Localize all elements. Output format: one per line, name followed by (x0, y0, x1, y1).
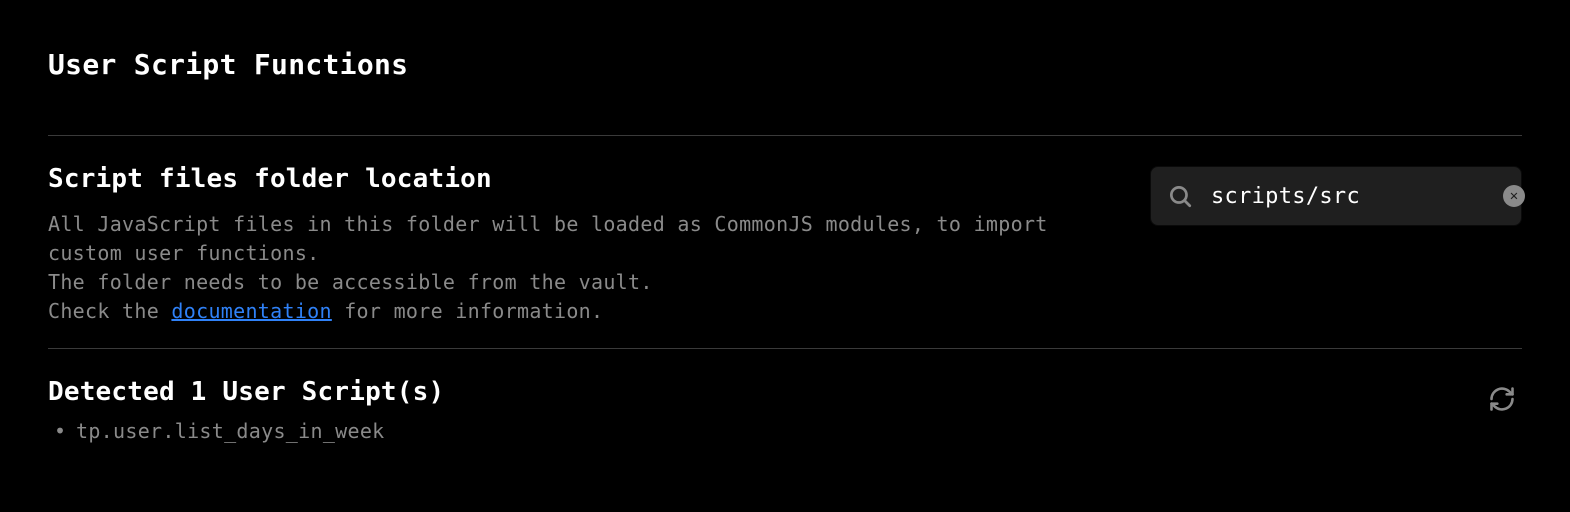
setting-description: All JavaScript files in this folder will… (48, 210, 1110, 326)
setting-info: Script files folder location All JavaScr… (48, 164, 1150, 326)
detected-info: Detected 1 User Script(s) tp.user.list_d… (48, 377, 1488, 443)
folder-path-input[interactable] (1211, 184, 1491, 209)
setting-heading: Script files folder location (48, 164, 1110, 194)
setting-row-folder-location: Script files folder location All JavaScr… (48, 136, 1522, 348)
search-icon (1167, 183, 1193, 209)
desc-text-3-prefix: Check the (48, 299, 171, 323)
clear-input-button[interactable]: ✕ (1503, 185, 1525, 207)
refresh-icon (1488, 385, 1516, 413)
documentation-link[interactable]: documentation (171, 299, 331, 323)
desc-text-2: The folder needs to be accessible from t… (48, 270, 653, 294)
folder-search-box[interactable]: ✕ (1150, 166, 1522, 226)
detected-heading: Detected 1 User Script(s) (48, 377, 1488, 407)
list-item: tp.user.list_days_in_week (48, 419, 1488, 443)
script-list: tp.user.list_days_in_week (48, 419, 1488, 443)
refresh-button[interactable] (1488, 385, 1516, 413)
desc-text-1: All JavaScript files in this folder will… (48, 212, 1048, 265)
detected-scripts-row: Detected 1 User Script(s) tp.user.list_d… (48, 349, 1522, 443)
close-icon: ✕ (1503, 185, 1525, 207)
desc-text-3-suffix: for more information. (332, 299, 604, 323)
section-title: User Script Functions (48, 48, 1522, 81)
